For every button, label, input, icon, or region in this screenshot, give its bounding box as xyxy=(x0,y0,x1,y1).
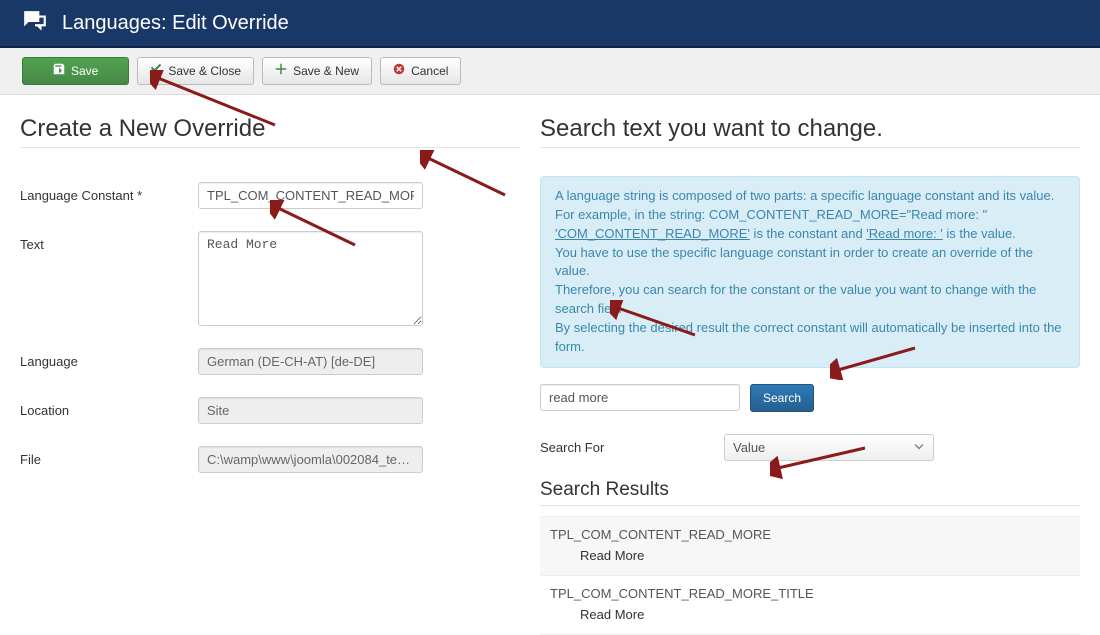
text-label: Text xyxy=(20,231,198,252)
result-item[interactable]: TPL_COM_CONTENT_READ_MORE_TITLE Read Mor… xyxy=(540,576,1080,635)
text-input[interactable]: Read More xyxy=(198,231,423,326)
search-for-label: Search For xyxy=(540,440,724,455)
right-heading: Search text you want to change. xyxy=(540,115,1080,148)
save-new-button[interactable]: Save & New xyxy=(262,57,372,85)
search-button[interactable]: Search xyxy=(750,384,814,412)
result-item[interactable]: TPL_COM_CONTENT_READ_MORE Read More xyxy=(540,517,1080,576)
location-value: Site xyxy=(198,397,423,424)
info-line-3: You have to use the specific language co… xyxy=(555,244,1065,282)
result-value: Read More xyxy=(550,601,1070,622)
save-button[interactable]: Save xyxy=(22,57,129,85)
title-bar: Languages: Edit Override xyxy=(0,0,1100,48)
language-label: Language xyxy=(20,348,198,369)
cancel-label: Cancel xyxy=(411,63,448,79)
cancel-button[interactable]: Cancel xyxy=(380,57,461,85)
info-line-5: By selecting the desired result the corr… xyxy=(555,319,1065,357)
language-value: German (DE-CH-AT) [de-DE] xyxy=(198,348,423,375)
save-button-label: Save xyxy=(71,63,98,79)
lang-constant-input[interactable] xyxy=(198,182,423,209)
result-value: Read More xyxy=(550,542,1070,563)
info-line-2b: 'COM_CONTENT_READ_MORE' is the constant … xyxy=(555,225,1065,244)
info-const-link[interactable]: 'COM_CONTENT_READ_MORE' xyxy=(555,226,750,241)
location-label: Location xyxy=(20,397,198,418)
info-mid: is the constant and xyxy=(750,226,866,241)
result-list: TPL_COM_CONTENT_READ_MORE Read More TPL_… xyxy=(540,516,1080,635)
info-line-1: A language string is composed of two par… xyxy=(555,187,1065,206)
page-title: Languages: Edit Override xyxy=(62,12,289,35)
right-column: Search text you want to change. A langua… xyxy=(540,105,1080,635)
cancel-icon xyxy=(393,63,405,79)
result-constant: TPL_COM_CONTENT_READ_MORE xyxy=(550,527,1070,542)
toolbar: Save Save & Close Save & New Cancel xyxy=(0,48,1100,95)
info-end: is the value. xyxy=(943,226,1016,241)
search-input[interactable] xyxy=(540,384,740,411)
comment-icon xyxy=(22,9,48,38)
info-line-4: Therefore, you can search for the consta… xyxy=(555,281,1065,319)
plus-icon xyxy=(275,63,287,79)
result-constant: TPL_COM_CONTENT_READ_MORE_TITLE xyxy=(550,586,1070,601)
info-val-link[interactable]: 'Read more: ' xyxy=(866,226,943,241)
save-close-button[interactable]: Save & Close xyxy=(137,57,254,85)
check-icon xyxy=(150,63,162,79)
chevron-down-icon xyxy=(914,440,924,455)
save-close-label: Save & Close xyxy=(168,63,241,79)
save-new-label: Save & New xyxy=(293,63,359,79)
results-heading: Search Results xyxy=(540,479,1080,506)
info-alert: A language string is composed of two par… xyxy=(540,176,1080,368)
search-for-select[interactable]: Value xyxy=(724,434,934,461)
left-heading: Create a New Override xyxy=(20,115,520,148)
file-label: File xyxy=(20,446,198,467)
info-line-2a: For example, in the string: COM_CONTENT_… xyxy=(555,206,1065,225)
file-value: C:\wamp\www\joomla\002084_test2 xyxy=(198,446,423,473)
save-icon xyxy=(53,63,65,79)
lang-constant-label: Language Constant * xyxy=(20,182,198,203)
search-for-selected: Value xyxy=(724,434,934,461)
left-column: Create a New Override Language Constant … xyxy=(20,105,520,635)
